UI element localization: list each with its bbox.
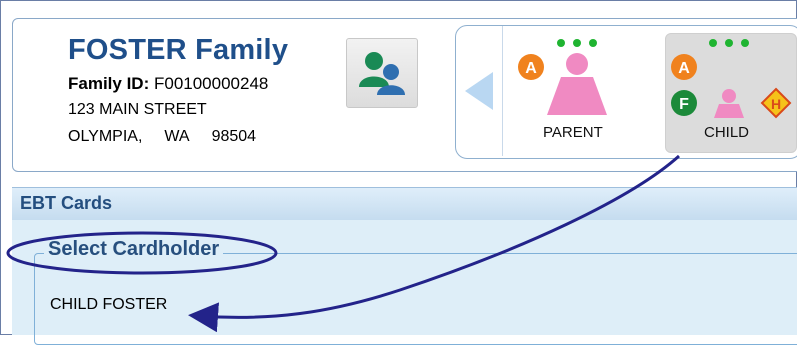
annotation-ellipse [6,231,278,275]
annotation-arrow [188,154,681,333]
annotation-layer [6,154,681,333]
